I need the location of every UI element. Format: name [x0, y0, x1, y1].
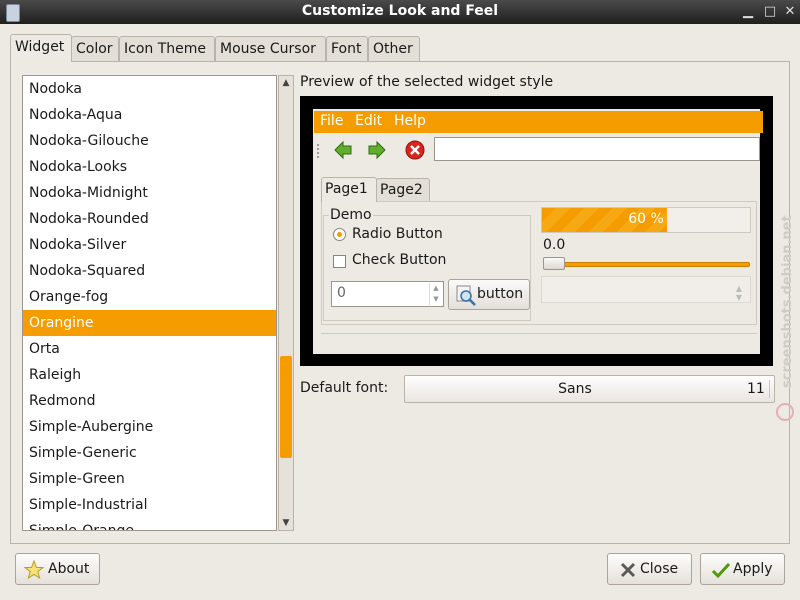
close-button-label: Close [640, 561, 679, 577]
minimize-icon[interactable]: ▁ [738, 2, 758, 22]
theme-list[interactable]: Nodoka Nodoka-Aqua Nodoka-Gilouche Nodok… [22, 75, 277, 531]
checkmark-icon [711, 562, 731, 579]
tab-font[interactable]: Font [326, 36, 368, 61]
default-font-label: Default font: [300, 380, 389, 396]
check-button-label: Check Button [352, 252, 447, 268]
preview-window: File Edit Help Page1 Page2 Demo Radio Bu… [313, 109, 763, 354]
menu-edit[interactable]: Edit [355, 113, 382, 129]
list-item[interactable]: Orange-fog [23, 284, 276, 310]
title-bar: Customize Look and Feel ▁ □ ✕ [0, 0, 800, 24]
tab-widget[interactable]: Widget [10, 34, 72, 62]
preview-tab-page2[interactable]: Page2 [376, 178, 430, 201]
font-size: 11 [747, 381, 765, 397]
watermark-text: screenshots.debian.net [780, 215, 795, 388]
demo-frame-label: Demo [329, 207, 373, 223]
theme-list-scrollbar[interactable]: ▲ ▼ [278, 75, 294, 531]
spin-arrows-icon[interactable]: ▲ ▼ [429, 283, 442, 305]
radio-button-label: Radio Button [352, 226, 443, 242]
radio-button[interactable] [333, 228, 346, 241]
window-title: Customize Look and Feel [301, 3, 499, 19]
list-item[interactable]: Nodoka-Silver [23, 232, 276, 258]
preview-button-label: button [477, 286, 524, 302]
tab-mouse-cursor[interactable]: Mouse Cursor [215, 36, 326, 61]
check-button[interactable] [333, 255, 346, 268]
list-item[interactable]: Nodoka-Aqua [23, 102, 276, 128]
preview-button[interactable]: button [448, 279, 530, 310]
preview-menubar: File Edit Help [314, 111, 763, 133]
close-icon [620, 562, 636, 578]
list-item-selected[interactable]: Orangine [23, 310, 276, 336]
maximize-icon[interactable]: □ [760, 2, 780, 22]
debian-swirl-icon [776, 403, 794, 421]
list-item[interactable]: Simple-Industrial [23, 492, 276, 518]
scrollbar-thumb[interactable] [280, 356, 292, 458]
list-item[interactable]: Nodoka-Midnight [23, 180, 276, 206]
magnifier-icon [456, 285, 476, 306]
tab-icon-theme[interactable]: Icon Theme [119, 36, 215, 61]
list-item[interactable]: Nodoka-Gilouche [23, 128, 276, 154]
preview-toolbar [314, 135, 763, 167]
list-item[interactable]: Nodoka-Squared [23, 258, 276, 284]
forward-arrow-icon[interactable] [366, 139, 388, 161]
list-item[interactable]: Nodoka-Rounded [23, 206, 276, 232]
list-item[interactable]: Raleigh [23, 362, 276, 388]
back-arrow-icon[interactable] [332, 139, 354, 161]
about-button[interactable]: About [15, 553, 100, 585]
close-button[interactable]: Close [607, 553, 692, 585]
progress-text: 60 % [628, 211, 664, 227]
tab-other[interactable]: Other [368, 36, 420, 61]
apply-button[interactable]: Apply [700, 553, 785, 585]
spin-value: 0 [337, 285, 346, 301]
apply-button-label: Apply [733, 561, 773, 577]
list-item[interactable]: Redmond [23, 388, 276, 414]
list-item[interactable]: Simple-Generic [23, 440, 276, 466]
preview-tab-page1[interactable]: Page1 [321, 177, 377, 202]
scroll-down-icon[interactable]: ▼ [279, 516, 293, 530]
close-window-icon[interactable]: ✕ [780, 2, 800, 22]
star-icon [24, 560, 44, 580]
about-button-label: About [48, 561, 90, 577]
preview-label: Preview of the selected widget style [300, 74, 554, 90]
list-item[interactable]: Nodoka-Looks [23, 154, 276, 180]
menu-file[interactable]: File [320, 113, 343, 129]
preview-frame: File Edit Help Page1 Page2 Demo Radio Bu… [300, 96, 773, 366]
scroll-up-icon[interactable]: ▲ [279, 76, 293, 90]
preview-separator [321, 333, 757, 344]
tab-color[interactable]: Color [71, 36, 119, 61]
combo-box[interactable]: ▲ ▼ [541, 276, 751, 303]
list-item[interactable]: Simple-Green [23, 466, 276, 492]
progress-bar: 60 % [541, 207, 751, 233]
preview-text-entry[interactable] [434, 137, 760, 161]
menu-help[interactable]: Help [394, 113, 426, 129]
list-item[interactable]: Nodoka [23, 76, 276, 102]
font-chooser-button[interactable]: Sans 11 [404, 375, 775, 403]
font-separator [769, 380, 770, 398]
stop-icon[interactable] [404, 139, 426, 161]
chevron-down-icon: ▲ ▼ [735, 284, 742, 302]
spin-button[interactable]: 0 ▲ ▼ [331, 281, 444, 307]
slider-trough[interactable] [543, 262, 750, 267]
list-item[interactable]: Orta [23, 336, 276, 362]
slider-value: 0.0 [543, 237, 566, 253]
list-item[interactable]: Simple-Orange [23, 518, 276, 530]
toolbar-grip-icon [317, 144, 323, 158]
font-name: Sans [558, 381, 592, 397]
list-item[interactable]: Simple-Aubergine [23, 414, 276, 440]
watermark: screenshots.debian.net [776, 215, 795, 421]
slider-handle[interactable] [543, 257, 565, 270]
